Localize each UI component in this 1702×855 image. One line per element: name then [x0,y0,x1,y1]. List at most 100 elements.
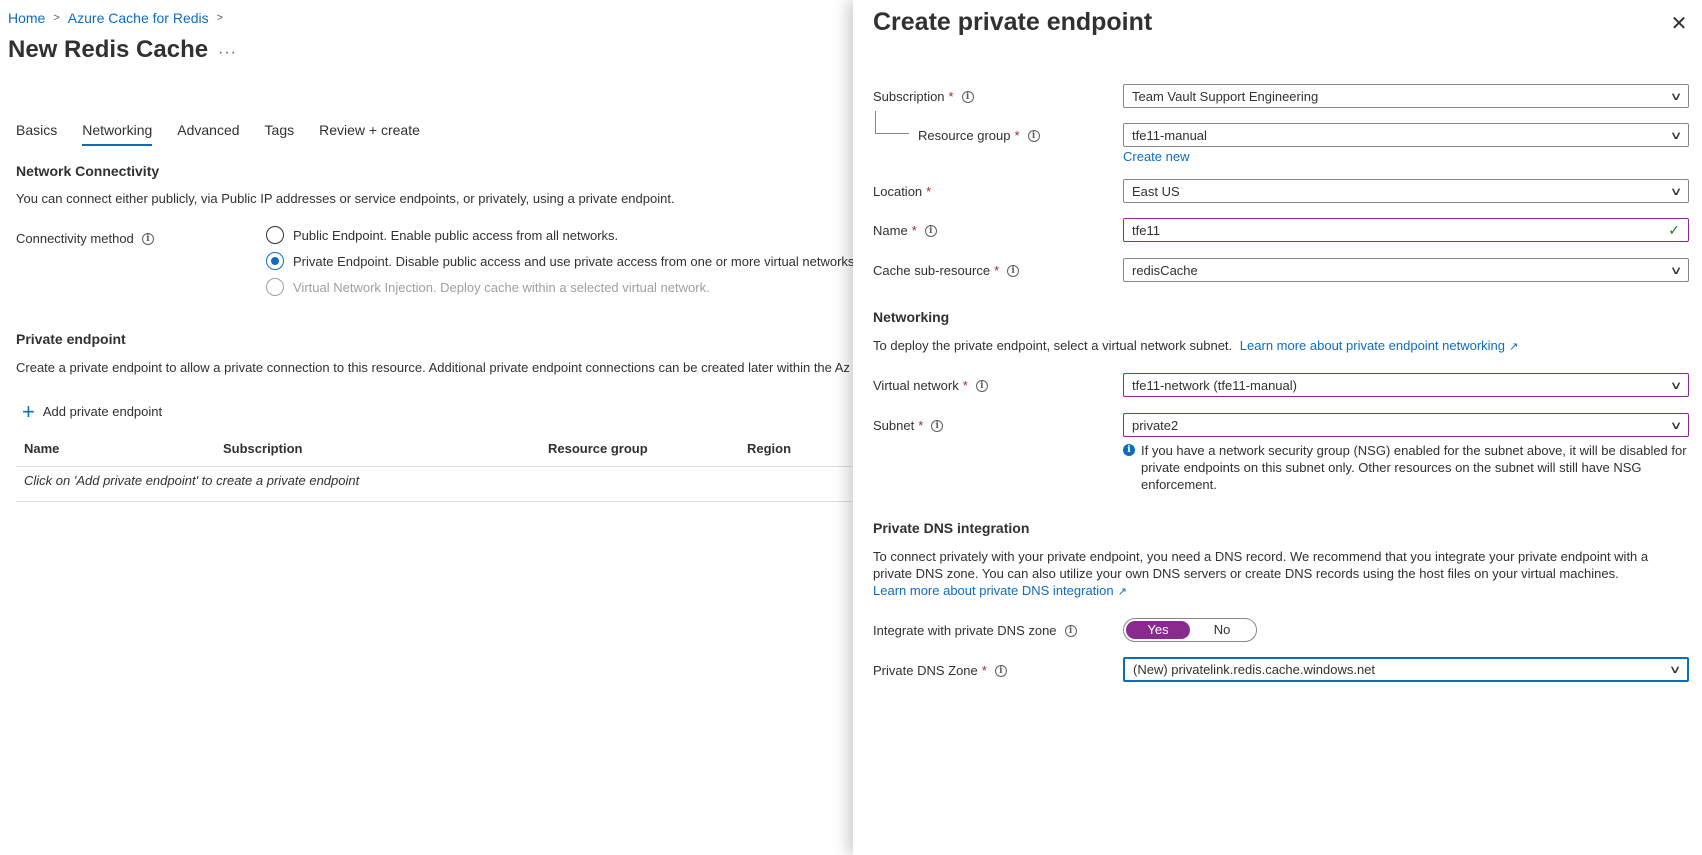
info-icon[interactable]: i [994,664,1007,677]
subnet-label: Subnet * i [873,418,944,433]
name-input[interactable]: tfe11 ✓ [1123,218,1689,242]
nsg-info-text: If you have a network security group (NS… [1141,443,1687,492]
close-icon[interactable]: ✕ [1667,12,1691,36]
subnet-value: private2 [1132,417,1179,433]
chevron-right-icon: > [53,12,60,24]
integrate-dns-toggle[interactable]: Yes No [1123,618,1257,642]
info-filled-icon: i [1123,444,1135,456]
toggle-no[interactable]: No [1190,621,1254,639]
info-icon[interactable]: i [1007,264,1020,277]
required-asterisk: * [981,663,987,678]
tab-tags[interactable]: Tags [265,122,295,146]
chevron-down-icon: ∨ [1669,379,1683,392]
chevron-down-icon: ∨ [1669,264,1683,277]
breadcrumb-azure-cache[interactable]: Azure Cache for Redis [68,10,209,26]
chevron-down-icon: ∨ [1669,90,1683,103]
chevron-down-icon: ∨ [1668,664,1682,676]
networking-description-text: To deploy the private endpoint, select a… [873,338,1233,353]
subnet-label-text: Subnet [873,418,915,433]
private-dns-zone-value: (New) privatelink.redis.cache.windows.ne… [1133,662,1376,677]
chevron-right-icon: > [216,12,224,24]
location-dropdown[interactable]: East US ∨ [1123,179,1689,203]
virtual-network-label: Virtual network * i [873,378,988,393]
learn-more-dns-link[interactable]: Learn more about private DNS integration [873,583,1114,598]
cache-sub-resource-label: Cache sub-resource * i [873,263,1020,278]
cache-sub-resource-dropdown[interactable]: redisCache ∨ [1123,258,1689,282]
radio-private-endpoint[interactable]: Private Endpoint. Disable public access … [266,252,853,270]
breadcrumb: Home > Azure Cache for Redis > [8,10,231,26]
subscription-label-text: Subscription [873,89,945,104]
cache-sub-resource-value: redisCache [1132,262,1198,278]
radio-vnet-injection: Virtual Network Injection. Deploy cache … [266,278,710,296]
private-endpoint-heading: Private endpoint [16,331,126,347]
radio-public-endpoint-label: Public Endpoint. Enable public access fr… [293,227,619,243]
more-icon[interactable]: ··· [218,44,237,62]
panel-title: Create private endpoint [873,8,1153,36]
create-new-link[interactable]: Create new [1123,149,1189,164]
network-connectivity-description: You can connect either publicly, via Pub… [16,191,675,206]
private-dns-zone-dropdown[interactable]: (New) privatelink.redis.cache.windows.ne… [1123,657,1689,682]
location-label-text: Location [873,184,923,199]
info-icon[interactable]: i [1027,129,1040,142]
external-link-icon: ↗ [1509,341,1519,353]
tab-review-create[interactable]: Review + create [319,122,420,146]
required-asterisk: * [1014,128,1020,143]
learn-more-networking-link[interactable]: Learn more about private endpoint networ… [1240,338,1505,353]
tab-advanced[interactable]: Advanced [177,122,239,146]
add-private-endpoint-label: Add private endpoint [42,404,163,419]
private-dns-zone-label: Private DNS Zone * i [873,663,1007,678]
networking-heading: Networking [873,309,950,325]
name-value: tfe11 [1132,222,1160,238]
info-icon[interactable]: i [1064,624,1077,637]
toggle-yes[interactable]: Yes [1126,621,1190,639]
subscription-label: Subscription * i [873,89,974,104]
name-label: Name * i [873,223,937,238]
new-redis-cache-page: Home > Azure Cache for Redis > New Redis… [0,0,853,855]
connectivity-method-label: Connectivity method i [16,231,154,246]
checkmark-icon: ✓ [1668,221,1680,238]
info-icon[interactable]: i [961,90,974,103]
subscription-dropdown[interactable]: Team Vault Support Engineering ∨ [1123,84,1689,108]
required-asterisk: * [911,223,917,238]
chevron-down-icon: ∨ [1669,419,1683,432]
integrate-dns-label: Integrate with private DNS zone i [873,623,1077,638]
column-header-subscription: Subscription [223,441,303,456]
column-header-resource-group: Resource group [548,441,648,456]
radio-button[interactable] [266,226,284,244]
info-icon[interactable]: i [975,379,988,392]
tree-connector [875,133,909,134]
location-value: East US [1132,183,1180,199]
subnet-dropdown[interactable]: private2 ∨ [1123,413,1689,437]
virtual-network-dropdown[interactable]: tfe11-network (tfe11-manual) ∨ [1123,373,1689,397]
radio-public-endpoint[interactable]: Public Endpoint. Enable public access fr… [266,226,618,244]
radio-button-checked[interactable] [266,252,284,270]
connectivity-method-text: Connectivity method [16,231,134,246]
table-divider [16,501,853,502]
info-icon[interactable]: i [141,232,154,245]
location-label: Location * [873,184,931,199]
cache-sub-resource-label-text: Cache sub-resource [873,263,991,278]
tab-networking[interactable]: Networking [82,122,153,146]
required-asterisk: * [926,184,932,199]
required-asterisk: * [962,378,968,393]
resource-group-dropdown[interactable]: tfe11-manual ∨ [1123,123,1689,147]
info-icon[interactable]: i [924,224,937,237]
private-dns-description-text: To connect privately with your private e… [873,549,1649,581]
info-icon[interactable]: i [931,419,944,432]
required-asterisk: * [994,263,1000,278]
empty-table-message: Click on 'Add private endpoint' to creat… [24,473,360,488]
column-header-name: Name [24,441,60,456]
private-dns-description: To connect privately with your private e… [873,548,1683,601]
resource-group-label: Resource group * i [918,128,1040,143]
private-dns-heading: Private DNS integration [873,520,1030,536]
breadcrumb-home[interactable]: Home [8,10,45,26]
required-asterisk: * [948,89,954,104]
integrate-dns-label-text: Integrate with private DNS zone [873,623,1057,638]
resource-group-value: tfe11-manual [1132,127,1207,143]
virtual-network-value: tfe11-network (tfe11-manual) [1132,377,1297,393]
add-private-endpoint-button[interactable]: + Add private endpoint [22,400,163,422]
chevron-down-icon: ∨ [1669,129,1683,142]
tab-bar: Basics Networking Advanced Tags Review +… [16,122,445,146]
tab-basics[interactable]: Basics [16,122,57,146]
private-dns-zone-label-text: Private DNS Zone [873,663,978,678]
